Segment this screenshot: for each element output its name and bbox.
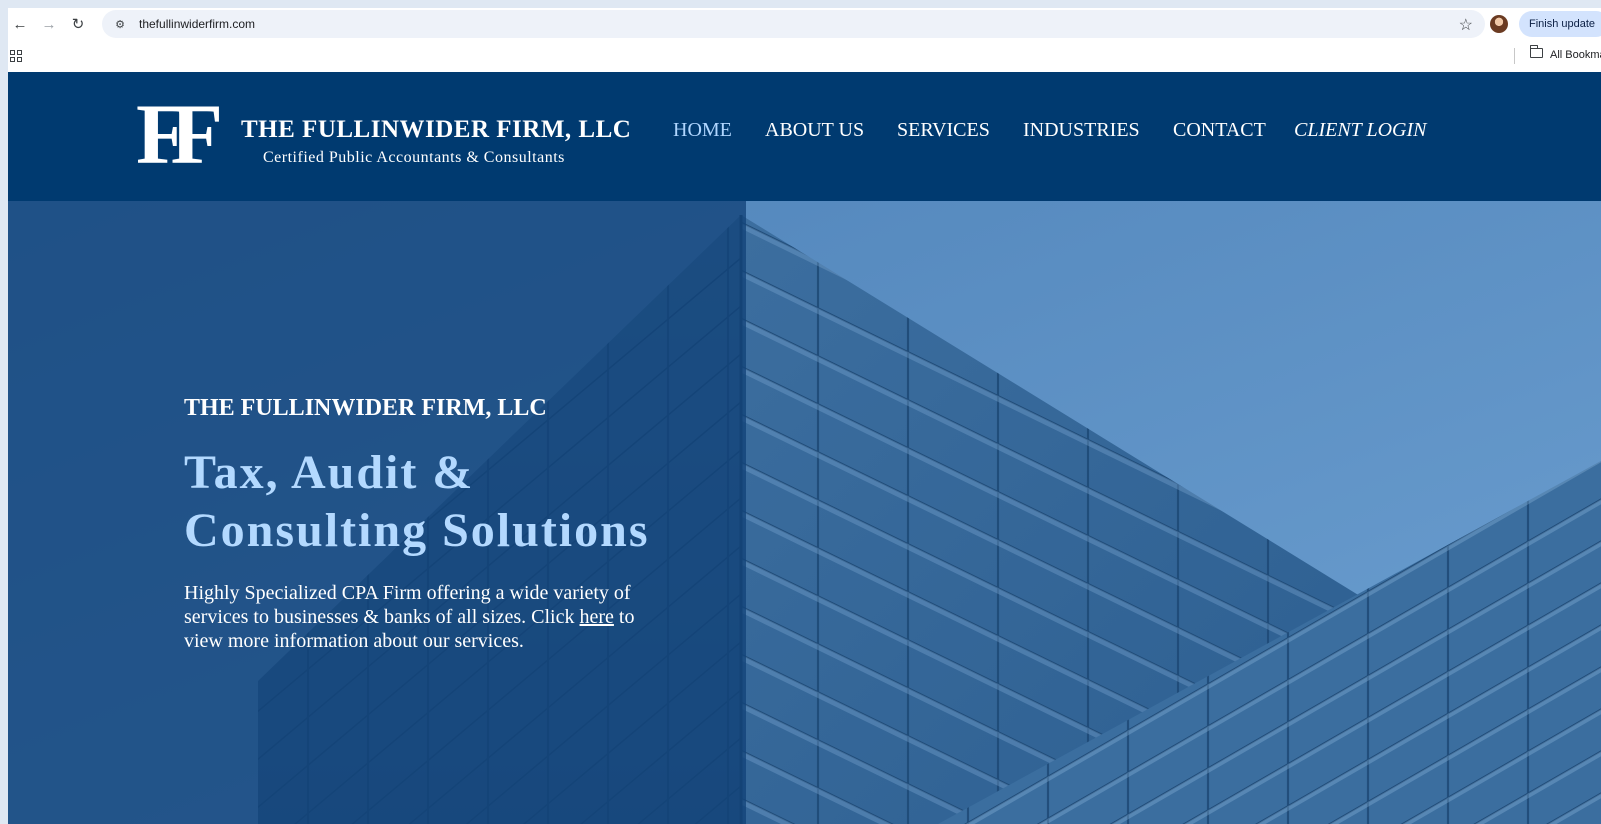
firm-name[interactable]: THE FULLINWIDER FIRM, LLC — [241, 116, 631, 144]
bookmarks-divider — [1514, 48, 1515, 64]
hero-eyebrow: THE FULLINWIDER FIRM, LLC — [184, 395, 547, 421]
folder-icon — [1530, 45, 1543, 58]
hero-title-line2: Consulting Solutions — [184, 504, 650, 557]
address-bar[interactable]: ⚙ thefullinwiderfirm.com ☆ — [102, 10, 1485, 38]
nav-client-login[interactable]: CLIENT LOGIN — [1294, 119, 1426, 142]
site-settings-icon[interactable]: ⚙ — [112, 16, 128, 32]
star-icon[interactable]: ☆ — [1459, 15, 1473, 35]
hero-title-line1: Tax, Audit & — [184, 446, 475, 499]
apps-grid-icon[interactable] — [10, 50, 22, 62]
nav-about-us[interactable]: ABOUT US — [765, 119, 864, 142]
browser-toolbar: ← → ↻ ⚙ thefullinwiderfirm.com ☆ Finish … — [8, 8, 1601, 40]
bookmarks-bar: All Bookmarks — [8, 40, 1601, 72]
finish-update-button[interactable]: Finish update — [1519, 11, 1601, 37]
url-text[interactable]: thefullinwiderfirm.com — [139, 17, 255, 31]
nav-industries[interactable]: INDUSTRIES — [1023, 119, 1140, 142]
hero-title: Tax, Audit & Consulting Solutions — [184, 444, 744, 560]
back-arrow-icon[interactable]: ← — [10, 14, 30, 34]
logo-mark[interactable]: FF — [136, 91, 232, 177]
nav-services[interactable]: SERVICES — [897, 119, 990, 142]
hero-description: Highly Specialized CPA Firm offering a w… — [184, 581, 654, 653]
hero-section: THE FULLINWIDER FIRM, LLC Tax, Audit & C… — [8, 201, 1601, 824]
services-link[interactable]: here — [580, 606, 614, 628]
all-bookmarks-link[interactable]: All Bookmarks — [1550, 49, 1601, 61]
reload-icon[interactable]: ↻ — [68, 14, 88, 34]
nav-home[interactable]: HOME — [673, 119, 732, 142]
forward-arrow-icon[interactable]: → — [39, 14, 59, 34]
site-header: FF THE FULLINWIDER FIRM, LLC Certified P… — [8, 72, 1601, 201]
nav-contact[interactable]: CONTACT — [1173, 119, 1266, 142]
firm-tagline: Certified Public Accountants & Consultan… — [263, 149, 565, 166]
hero-description-text: Highly Specialized CPA Firm offering a w… — [184, 582, 631, 628]
profile-avatar[interactable] — [1490, 15, 1508, 33]
browser-chrome: ← → ↻ ⚙ thefullinwiderfirm.com ☆ Finish … — [8, 8, 1601, 72]
